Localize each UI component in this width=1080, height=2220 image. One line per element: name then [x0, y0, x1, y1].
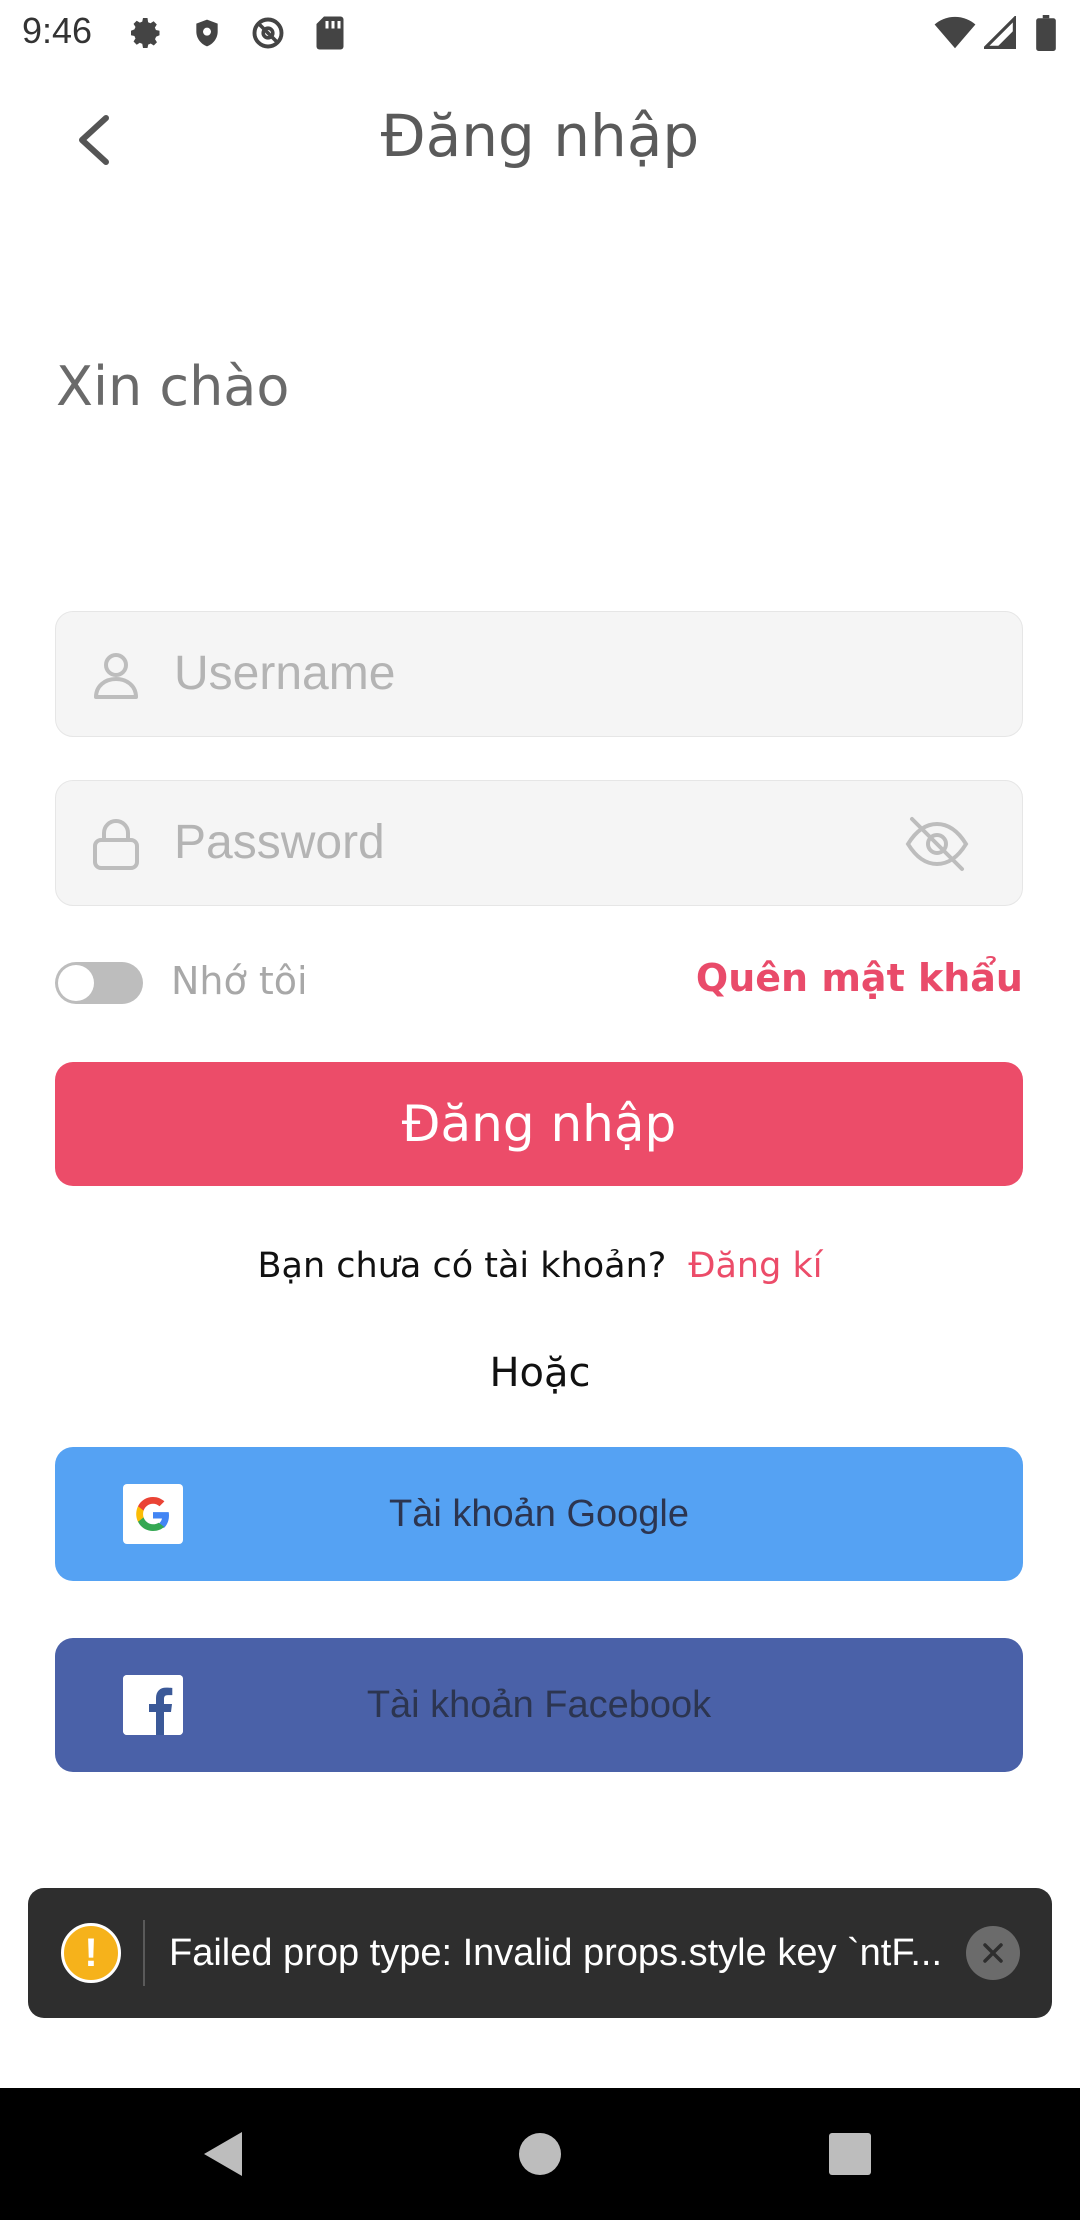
- signal-icon: [982, 14, 1018, 52]
- recents-nav-icon[interactable]: [824, 2128, 876, 2180]
- signup-link[interactable]: Đăng kí: [688, 1246, 822, 1286]
- close-icon[interactable]: [966, 1926, 1020, 1980]
- home-nav-icon[interactable]: [514, 2128, 566, 2180]
- login-button[interactable]: Đăng nhập: [55, 1062, 1023, 1186]
- google-login-button[interactable]: Tài khoản Google: [55, 1447, 1023, 1581]
- toggle-knob: [58, 965, 94, 1001]
- wifi-icon: [933, 14, 977, 52]
- password-field[interactable]: [55, 780, 1023, 906]
- remember-label: Nhớ tôi: [171, 959, 308, 1003]
- page-title: Đăng nhập: [380, 102, 700, 170]
- toast-message: Failed prop type: Invalid props.style ke…: [169, 1932, 943, 1974]
- user-icon: [94, 653, 138, 699]
- at-sign-icon: [247, 14, 289, 52]
- sd-card-icon: [310, 14, 350, 52]
- google-login-label: Tài khoản Google: [389, 1493, 689, 1535]
- signup-prompt: Bạn chưa có tài khoản?: [257, 1246, 667, 1286]
- warning-toast[interactable]: ! Failed prop type: Invalid props.style …: [28, 1888, 1052, 2018]
- username-field[interactable]: [55, 611, 1023, 737]
- greeting-text: Xin chào: [56, 355, 290, 418]
- shield-icon: [187, 14, 227, 52]
- navigation-bar: [0, 2088, 1080, 2220]
- username-input[interactable]: [174, 612, 824, 736]
- signup-row: Bạn chưa có tài khoản? Đăng kí: [0, 1246, 1080, 1286]
- status-time: 9:46: [22, 10, 93, 51]
- facebook-login-label: Tài khoản Facebook: [366, 1684, 712, 1726]
- warning-icon: !: [61, 1923, 121, 1983]
- remember-toggle[interactable]: [55, 962, 143, 1004]
- back-nav-icon[interactable]: [198, 2128, 250, 2180]
- battery-icon: [1032, 14, 1060, 52]
- facebook-login-button[interactable]: Tài khoản Facebook: [55, 1638, 1023, 1772]
- toast-divider: [143, 1920, 145, 1986]
- password-input[interactable]: [174, 781, 824, 905]
- lock-icon: [93, 819, 139, 870]
- forgot-password-link[interactable]: Quên mật khẩu: [696, 956, 1023, 1000]
- or-divider-text: Hoặc: [489, 1350, 591, 1396]
- gear-icon: [126, 14, 166, 52]
- eye-off-icon[interactable]: [904, 811, 970, 877]
